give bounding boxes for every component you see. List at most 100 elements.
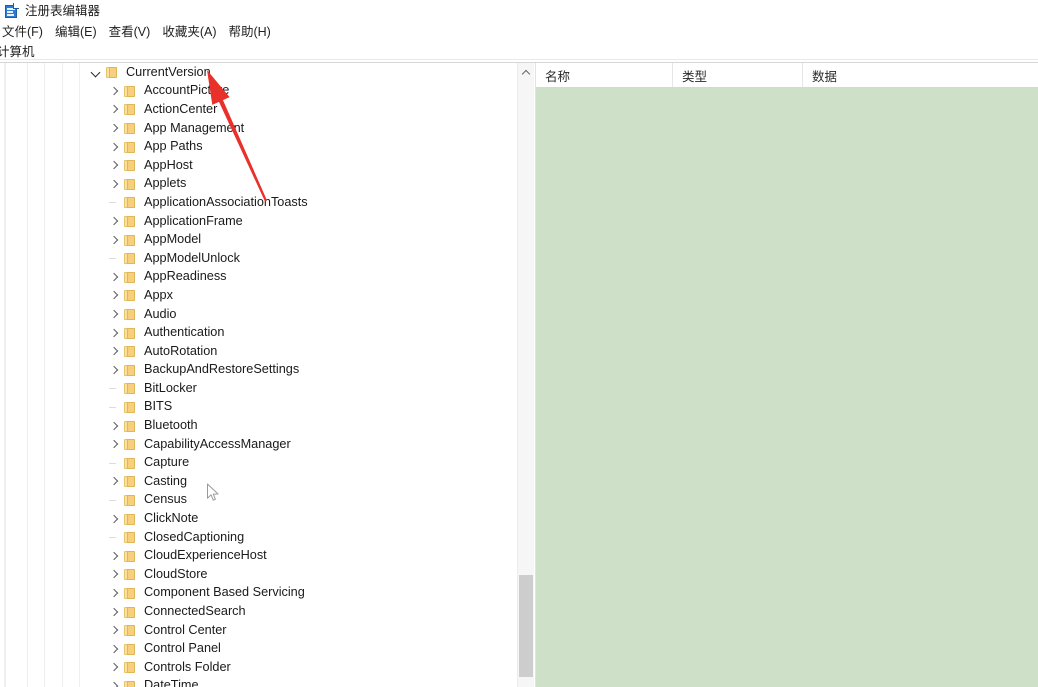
tree-item-appmodelunlock[interactable]: AppModelUnlock	[0, 249, 516, 268]
chevron-right-icon[interactable]	[106, 361, 122, 379]
registry-editor-icon	[4, 3, 20, 19]
tree-item-label: CapabilityAccessManager	[144, 436, 291, 451]
chevron-right-icon[interactable]	[106, 100, 122, 118]
registry-tree-pane[interactable]: CurrentVersion AccountPicture ActionCenter…	[0, 63, 516, 687]
folder-icon	[122, 642, 138, 656]
menu-file[interactable]: 文件(F)	[0, 23, 49, 41]
tree-item-label: DateTime	[144, 678, 199, 687]
tree-item-closedcaptioning[interactable]: ClosedCaptioning	[0, 528, 516, 547]
chevron-right-icon[interactable]	[106, 584, 122, 602]
tree-item-app-management[interactable]: App Management	[0, 119, 516, 138]
chevron-right-icon[interactable]	[106, 621, 122, 639]
chevron-right-icon[interactable]	[106, 231, 122, 249]
tree-vertical-scrollbar[interactable]	[517, 63, 534, 687]
tree-item-casting[interactable]: Casting	[0, 472, 516, 491]
menu-edit[interactable]: 编辑(E)	[49, 23, 103, 41]
chevron-right-icon[interactable]	[106, 286, 122, 304]
tree-item-actioncenter[interactable]: ActionCenter	[0, 100, 516, 119]
chevron-right-icon[interactable]	[106, 565, 122, 583]
tree-item-label: App Management	[144, 120, 245, 135]
menu-favorites[interactable]: 收藏夹(A)	[156, 23, 222, 41]
tree-item-app-paths[interactable]: App Paths	[0, 137, 516, 156]
tree-item-appmodel[interactable]: AppModel	[0, 230, 516, 249]
chevron-right-icon[interactable]	[106, 510, 122, 528]
menu-help[interactable]: 帮助(H)	[222, 23, 276, 41]
tree-item-label: CurrentVersion	[126, 64, 211, 79]
tree-item-backupandrestoresettings[interactable]: BackupAndRestoreSettings	[0, 361, 516, 380]
folder-icon	[122, 307, 138, 321]
folder-icon	[122, 419, 138, 433]
chevron-right-icon[interactable]	[106, 212, 122, 230]
chevron-right-icon[interactable]	[106, 417, 122, 435]
folder-icon	[122, 326, 138, 340]
chevron-right-icon[interactable]	[106, 305, 122, 323]
tree-item-audio[interactable]: Audio	[0, 305, 516, 324]
registry-tree: CurrentVersion AccountPicture ActionCenter…	[0, 63, 516, 687]
chevron-right-icon[interactable]	[106, 603, 122, 621]
registry-values-pane[interactable]: 名称 类型 数据	[535, 63, 1038, 687]
tree-item-component-based-servicing[interactable]: Component Based Servicing	[0, 584, 516, 603]
tree-item-appx[interactable]: Appx	[0, 286, 516, 305]
folder-icon	[122, 363, 138, 377]
chevron-right-icon[interactable]	[106, 547, 122, 565]
chevron-right-icon[interactable]	[106, 119, 122, 137]
tree-item-appreadiness[interactable]: AppReadiness	[0, 268, 516, 287]
tree-item-capabilityaccessmanager[interactable]: CapabilityAccessManager	[0, 435, 516, 454]
chevron-right-icon[interactable]	[106, 640, 122, 658]
tree-item-datetime[interactable]: DateTime	[0, 677, 516, 687]
tree-item-controls-folder[interactable]: Controls Folder	[0, 658, 516, 677]
folder-icon	[122, 214, 138, 228]
tree-item-capture[interactable]: Capture	[0, 453, 516, 472]
tree-item-authentication[interactable]: Authentication	[0, 323, 516, 342]
chevron-right-icon[interactable]	[106, 156, 122, 174]
tree-item-clicknote[interactable]: ClickNote	[0, 509, 516, 528]
tree-item-applicationframe[interactable]: ApplicationFrame	[0, 212, 516, 231]
values-column-header-1[interactable]: 类型	[673, 63, 803, 87]
tree-item-census[interactable]: Census	[0, 491, 516, 510]
chevron-right-icon[interactable]	[106, 175, 122, 193]
folder-icon	[122, 288, 138, 302]
values-column-header-2[interactable]: 数据	[803, 63, 1038, 87]
menu-view[interactable]: 查看(V)	[103, 23, 157, 41]
tree-item-cloudstore[interactable]: CloudStore	[0, 565, 516, 584]
chevron-right-icon[interactable]	[106, 677, 122, 687]
folder-icon	[122, 530, 138, 544]
scroll-up-arrow-icon[interactable]	[518, 63, 534, 80]
scrollbar-track[interactable]	[518, 80, 534, 687]
tree-item-bluetooth[interactable]: Bluetooth	[0, 416, 516, 435]
tree-item-currentversion[interactable]: CurrentVersion	[0, 63, 516, 82]
tree-item-control-center[interactable]: Control Center	[0, 621, 516, 640]
values-column-header-0[interactable]: 名称	[536, 63, 673, 87]
tree-item-bitlocker[interactable]: BitLocker	[0, 379, 516, 398]
chevron-right-icon[interactable]	[106, 472, 122, 490]
chevron-right-icon[interactable]	[106, 138, 122, 156]
tree-item-label: Appx	[144, 287, 173, 302]
chevron-right-icon[interactable]	[106, 82, 122, 100]
values-list[interactable]	[536, 89, 1038, 687]
tree-item-control-panel[interactable]: Control Panel	[0, 639, 516, 658]
tree-leaf-connector-icon	[106, 193, 122, 211]
tree-item-autorotation[interactable]: AutoRotation	[0, 342, 516, 361]
chevron-right-icon[interactable]	[106, 268, 122, 286]
content-area: CurrentVersion AccountPicture ActionCenter…	[0, 63, 1038, 687]
tree-item-applets[interactable]: Applets	[0, 175, 516, 194]
folder-icon	[122, 195, 138, 209]
tree-item-apphost[interactable]: AppHost	[0, 156, 516, 175]
tree-item-applicationassociationtoasts[interactable]: ApplicationAssociationToasts	[0, 193, 516, 212]
tree-item-label: ClickNote	[144, 511, 199, 526]
chevron-right-icon[interactable]	[106, 435, 122, 453]
chevron-right-icon[interactable]	[106, 342, 122, 360]
chevron-right-icon[interactable]	[106, 658, 122, 676]
scrollbar-thumb[interactable]	[519, 575, 533, 677]
tree-item-accountpicture[interactable]: AccountPicture	[0, 82, 516, 101]
tree-item-label: ApplicationFrame	[144, 213, 243, 228]
chevron-right-icon[interactable]	[106, 324, 122, 342]
tree-item-cloudexperiencehost[interactable]: CloudExperienceHost	[0, 546, 516, 565]
folder-icon	[122, 158, 138, 172]
address-bar[interactable]: 计算机	[0, 42, 1038, 63]
chevron-down-icon[interactable]	[88, 63, 104, 81]
tree-item-connectedsearch[interactable]: ConnectedSearch	[0, 602, 516, 621]
tree-item-bits[interactable]: BITS	[0, 398, 516, 417]
tree-item-label: Control Center	[144, 622, 227, 637]
tree-item-label: BackupAndRestoreSettings	[144, 362, 300, 377]
